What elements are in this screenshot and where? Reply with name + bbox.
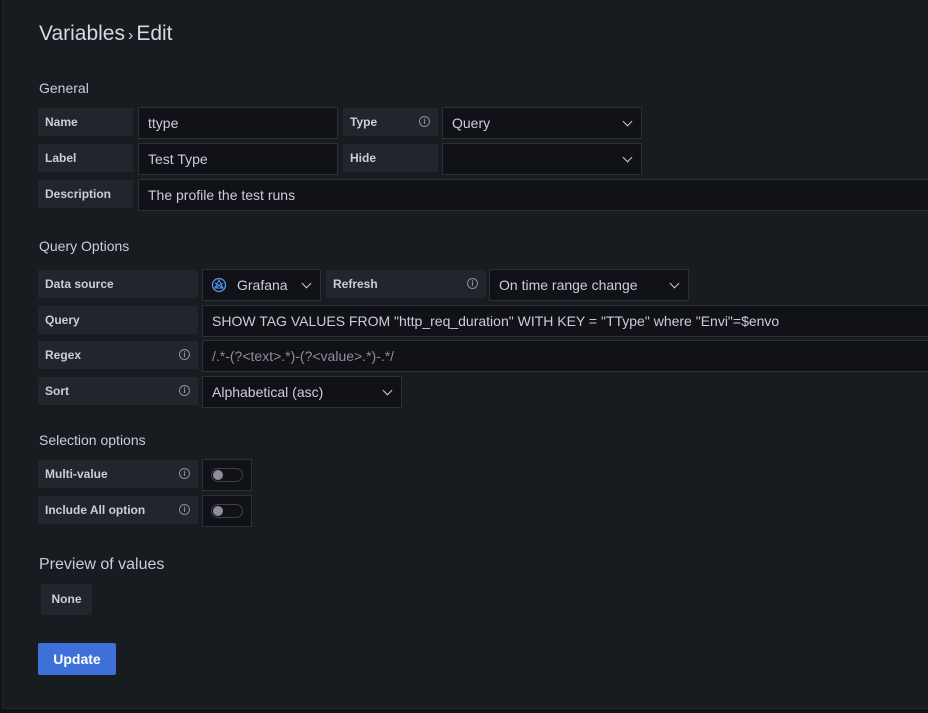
- breadcrumb-parent[interactable]: Variables: [39, 22, 125, 45]
- data-source-value: Grafana: [237, 277, 288, 293]
- type-label-text: Type: [350, 115, 378, 129]
- description-label: Description: [37, 179, 134, 209]
- query-input[interactable]: SHOW TAG VALUES FROM "http_req_duration"…: [202, 305, 928, 337]
- include-all-toggle-container: [202, 495, 252, 527]
- chevron-down-icon: [382, 385, 393, 396]
- sort-label-text: Sort: [45, 384, 69, 398]
- update-button[interactable]: Update: [38, 643, 116, 675]
- info-icon[interactable]: i: [179, 468, 190, 479]
- info-icon[interactable]: i: [179, 385, 190, 396]
- include-all-toggle[interactable]: [211, 504, 243, 518]
- description-input[interactable]: The profile the test runs: [138, 179, 928, 211]
- name-label: Name: [37, 107, 134, 137]
- regex-input[interactable]: /.*-(?<text>.*)-(?<value>.*)-.*/: [202, 340, 928, 372]
- chevron-down-icon: [622, 116, 633, 127]
- name-label-text: Name: [45, 115, 78, 129]
- toggle-knob: [213, 506, 223, 516]
- breadcrumb-separator: ›: [128, 27, 134, 44]
- variable-edit-panel: Variables › Edit General Name ttype Type i …: [2, 0, 928, 709]
- hide-select[interactable]: [442, 143, 642, 175]
- info-icon[interactable]: i: [179, 349, 190, 360]
- hide-label-text: Hide: [350, 151, 377, 165]
- info-icon[interactable]: i: [467, 278, 478, 289]
- refresh-select[interactable]: On time range change: [489, 269, 689, 301]
- query-label-text: Query: [45, 313, 80, 327]
- data-source-select[interactable]: Grafana: [202, 269, 321, 301]
- include-all-label: Include All option i: [37, 495, 199, 525]
- data-source-label: Data source: [37, 269, 199, 299]
- multi-value-label: Multi-value i: [37, 459, 199, 489]
- chevron-down-icon: [622, 152, 633, 163]
- toggle-knob: [213, 470, 223, 480]
- info-icon[interactable]: i: [419, 116, 430, 127]
- label-field-label: Label: [37, 143, 134, 173]
- hide-label: Hide: [342, 143, 439, 173]
- sort-select-value: Alphabetical (asc): [212, 384, 324, 400]
- regex-label-text: Regex: [45, 348, 82, 362]
- chevron-down-icon: [669, 278, 680, 289]
- refresh-select-value: On time range change: [499, 277, 638, 293]
- name-input[interactable]: ttype: [138, 107, 338, 139]
- data-source-label-text: Data source: [45, 277, 114, 291]
- type-select-value: Query: [452, 115, 491, 131]
- section-preview-title: Preview of values: [39, 556, 165, 573]
- breadcrumb-current: Edit: [136, 22, 173, 45]
- section-query-options-title: Query Options: [39, 238, 130, 254]
- info-icon[interactable]: i: [179, 504, 190, 515]
- multi-value-toggle-container: [202, 459, 252, 491]
- sort-select[interactable]: Alphabetical (asc): [202, 376, 402, 408]
- query-label: Query: [37, 305, 199, 335]
- include-all-label-text: Include All option: [45, 503, 146, 517]
- type-select[interactable]: Query: [442, 107, 642, 139]
- multi-value-label-text: Multi-value: [45, 467, 108, 481]
- grafana-icon: [211, 277, 227, 293]
- multi-value-toggle[interactable]: [211, 468, 243, 482]
- section-general-title: General: [39, 80, 89, 96]
- chevron-down-icon: [301, 278, 312, 289]
- page-title: Variables › Edit: [39, 22, 173, 46]
- regex-label: Regex i: [37, 340, 199, 370]
- preview-none-badge: None: [41, 584, 92, 615]
- description-label-text: Description: [45, 187, 112, 201]
- type-label: Type i: [342, 107, 439, 137]
- sort-label: Sort i: [37, 376, 199, 406]
- refresh-label-text: Refresh: [333, 277, 378, 291]
- section-selection-options-title: Selection options: [39, 432, 146, 448]
- label-input[interactable]: Test Type: [138, 143, 338, 175]
- label-field-label-text: Label: [45, 151, 77, 165]
- refresh-label: Refresh i: [325, 269, 487, 299]
